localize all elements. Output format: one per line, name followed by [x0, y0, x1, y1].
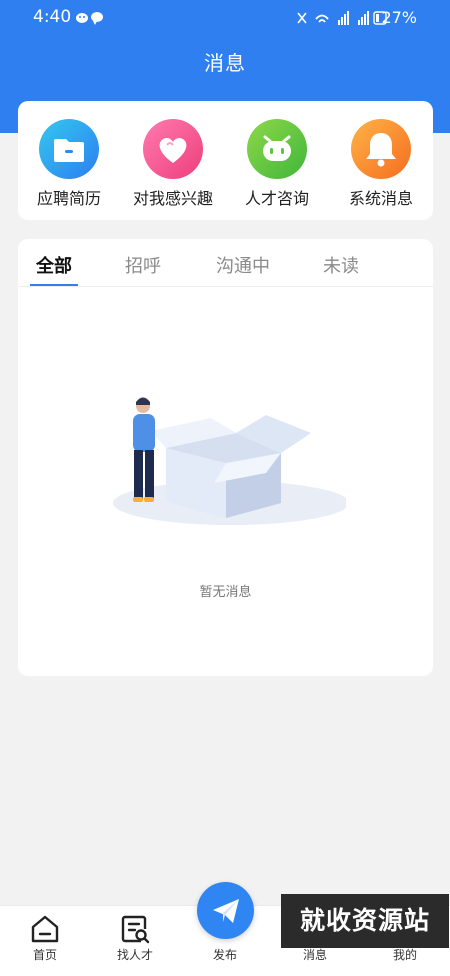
signal-icons [297, 11, 387, 25]
home-icon [31, 915, 59, 943]
nav-label: 发布 [212, 948, 237, 962]
paper-plane-icon [213, 899, 239, 923]
nav-home[interactable]: 首页 [0, 906, 90, 976]
chat-bot-icon [247, 119, 307, 179]
category-resume[interactable]: 应聘简历 [19, 115, 119, 215]
category-consult[interactable]: 人才咨询 [227, 115, 327, 215]
tab-greetings[interactable]: 招呼 [125, 252, 161, 278]
battery-percent: 27% [381, 8, 417, 27]
watermark: 就收资源站 [281, 894, 449, 948]
category-card: 应聘简历 对我感兴趣 人才咨询 系统消息 [18, 101, 433, 220]
page-title: 消息 [204, 51, 246, 75]
tab-divider [18, 286, 433, 287]
status-time: 4:40 [33, 7, 72, 27]
publish-button[interactable] [197, 882, 254, 939]
empty-box-illustration [113, 397, 346, 525]
category-interested[interactable]: 对我感兴趣 [123, 115, 223, 215]
nav-label: 找人才 [116, 948, 153, 962]
category-system[interactable]: 系统消息 [331, 115, 431, 215]
category-label: 应聘简历 [36, 189, 101, 208]
nav-label: 首页 [32, 948, 57, 962]
category-label: 人才咨询 [244, 189, 309, 208]
tab-unread[interactable]: 未读 [323, 252, 359, 278]
nav-label: 我的 [392, 948, 417, 962]
nav-find-talent[interactable]: 找人才 [90, 906, 180, 976]
notification-icons [76, 12, 103, 25]
tab-all[interactable]: 全部 [36, 252, 72, 278]
message-panel: 全部 招呼 沟通中 未读 暂无消息 [18, 239, 433, 676]
tab-communicating[interactable]: 沟通中 [216, 252, 270, 278]
bell-icon [351, 119, 411, 179]
heart-icon [143, 119, 203, 179]
category-label: 系统消息 [348, 189, 413, 208]
folder-icon [39, 119, 99, 179]
search-doc-icon [121, 915, 150, 944]
category-label: 对我感兴趣 [132, 189, 213, 208]
status-bar: 4:40 27% [0, 0, 450, 36]
empty-state-text: 暂无消息 [199, 585, 252, 600]
nav-label: 消息 [302, 948, 327, 962]
